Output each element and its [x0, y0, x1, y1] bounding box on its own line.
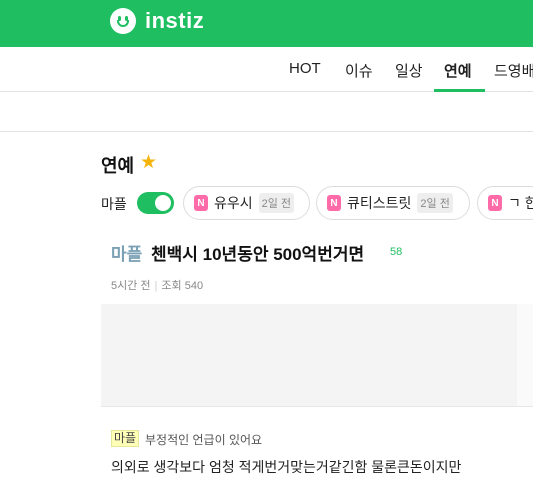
post-views: 조회 540 — [161, 280, 204, 292]
toggle-knob — [155, 195, 171, 211]
post-title[interactable]: 첸백시 10년동안 500억번거면 — [151, 240, 364, 265]
mapl-toggle-label: 마플 — [101, 196, 127, 212]
chip-name: 유우시 — [214, 195, 253, 211]
smiley-logo-icon — [110, 8, 136, 34]
chip-time: 2일 전 — [417, 193, 453, 213]
logo-text: instiz — [145, 8, 205, 33]
chip-name: ㄱ 한 — [508, 195, 533, 211]
divider — [101, 406, 533, 407]
instiz-logo[interactable]: instiz — [110, 8, 204, 34]
content-placeholder — [101, 304, 517, 406]
active-tab-indicator — [434, 89, 485, 92]
comment-text: 의외로 생각보다 엄청 적게번거맞는거같긴함 물론큰돈이지만 — [111, 459, 462, 475]
tab-drama[interactable]: 드영배 — [494, 60, 533, 81]
meta-separator: | — [154, 280, 158, 292]
chip-time: 2일 전 — [258, 193, 295, 213]
tab-daily[interactable]: 일상 — [395, 60, 423, 81]
comment-count: 58 — [390, 246, 403, 258]
chip-yuushi[interactable]: N 유우시 2일 전 — [183, 186, 310, 220]
negative-mention-note: 부정적인 언급이 있어요 — [145, 433, 263, 447]
tab-hot[interactable]: HOT — [289, 60, 321, 77]
mapl-tag: 마플 — [111, 430, 140, 447]
new-badge-icon: N — [488, 195, 502, 211]
post-time: 5시간 전 — [111, 280, 151, 292]
post-category: 마플 — [111, 245, 143, 264]
category-nav: HOT 이슈 일상 연예 드영배 — [0, 48, 533, 92]
new-badge-icon: N — [327, 195, 341, 211]
tab-issue[interactable]: 이슈 — [345, 60, 373, 81]
tab-entertainment[interactable]: 연예 — [444, 60, 472, 81]
chip-name: 큐티스트릿 — [347, 195, 412, 211]
section-title: 연예 — [101, 156, 135, 176]
content-edge — [517, 304, 533, 406]
post-meta: 5시간 전 | 조회 540 — [111, 277, 203, 293]
top-bar: instiz — [0, 0, 533, 47]
star-icon[interactable]: ★ — [140, 151, 157, 173]
new-badge-icon: N — [194, 195, 208, 211]
chip-cutiestreet[interactable]: N 큐티스트릿 2일 전 — [316, 186, 470, 220]
chip-partial[interactable]: N ㄱ 한 — [477, 186, 533, 220]
mapl-toggle[interactable] — [137, 192, 174, 214]
divider — [0, 131, 533, 132]
